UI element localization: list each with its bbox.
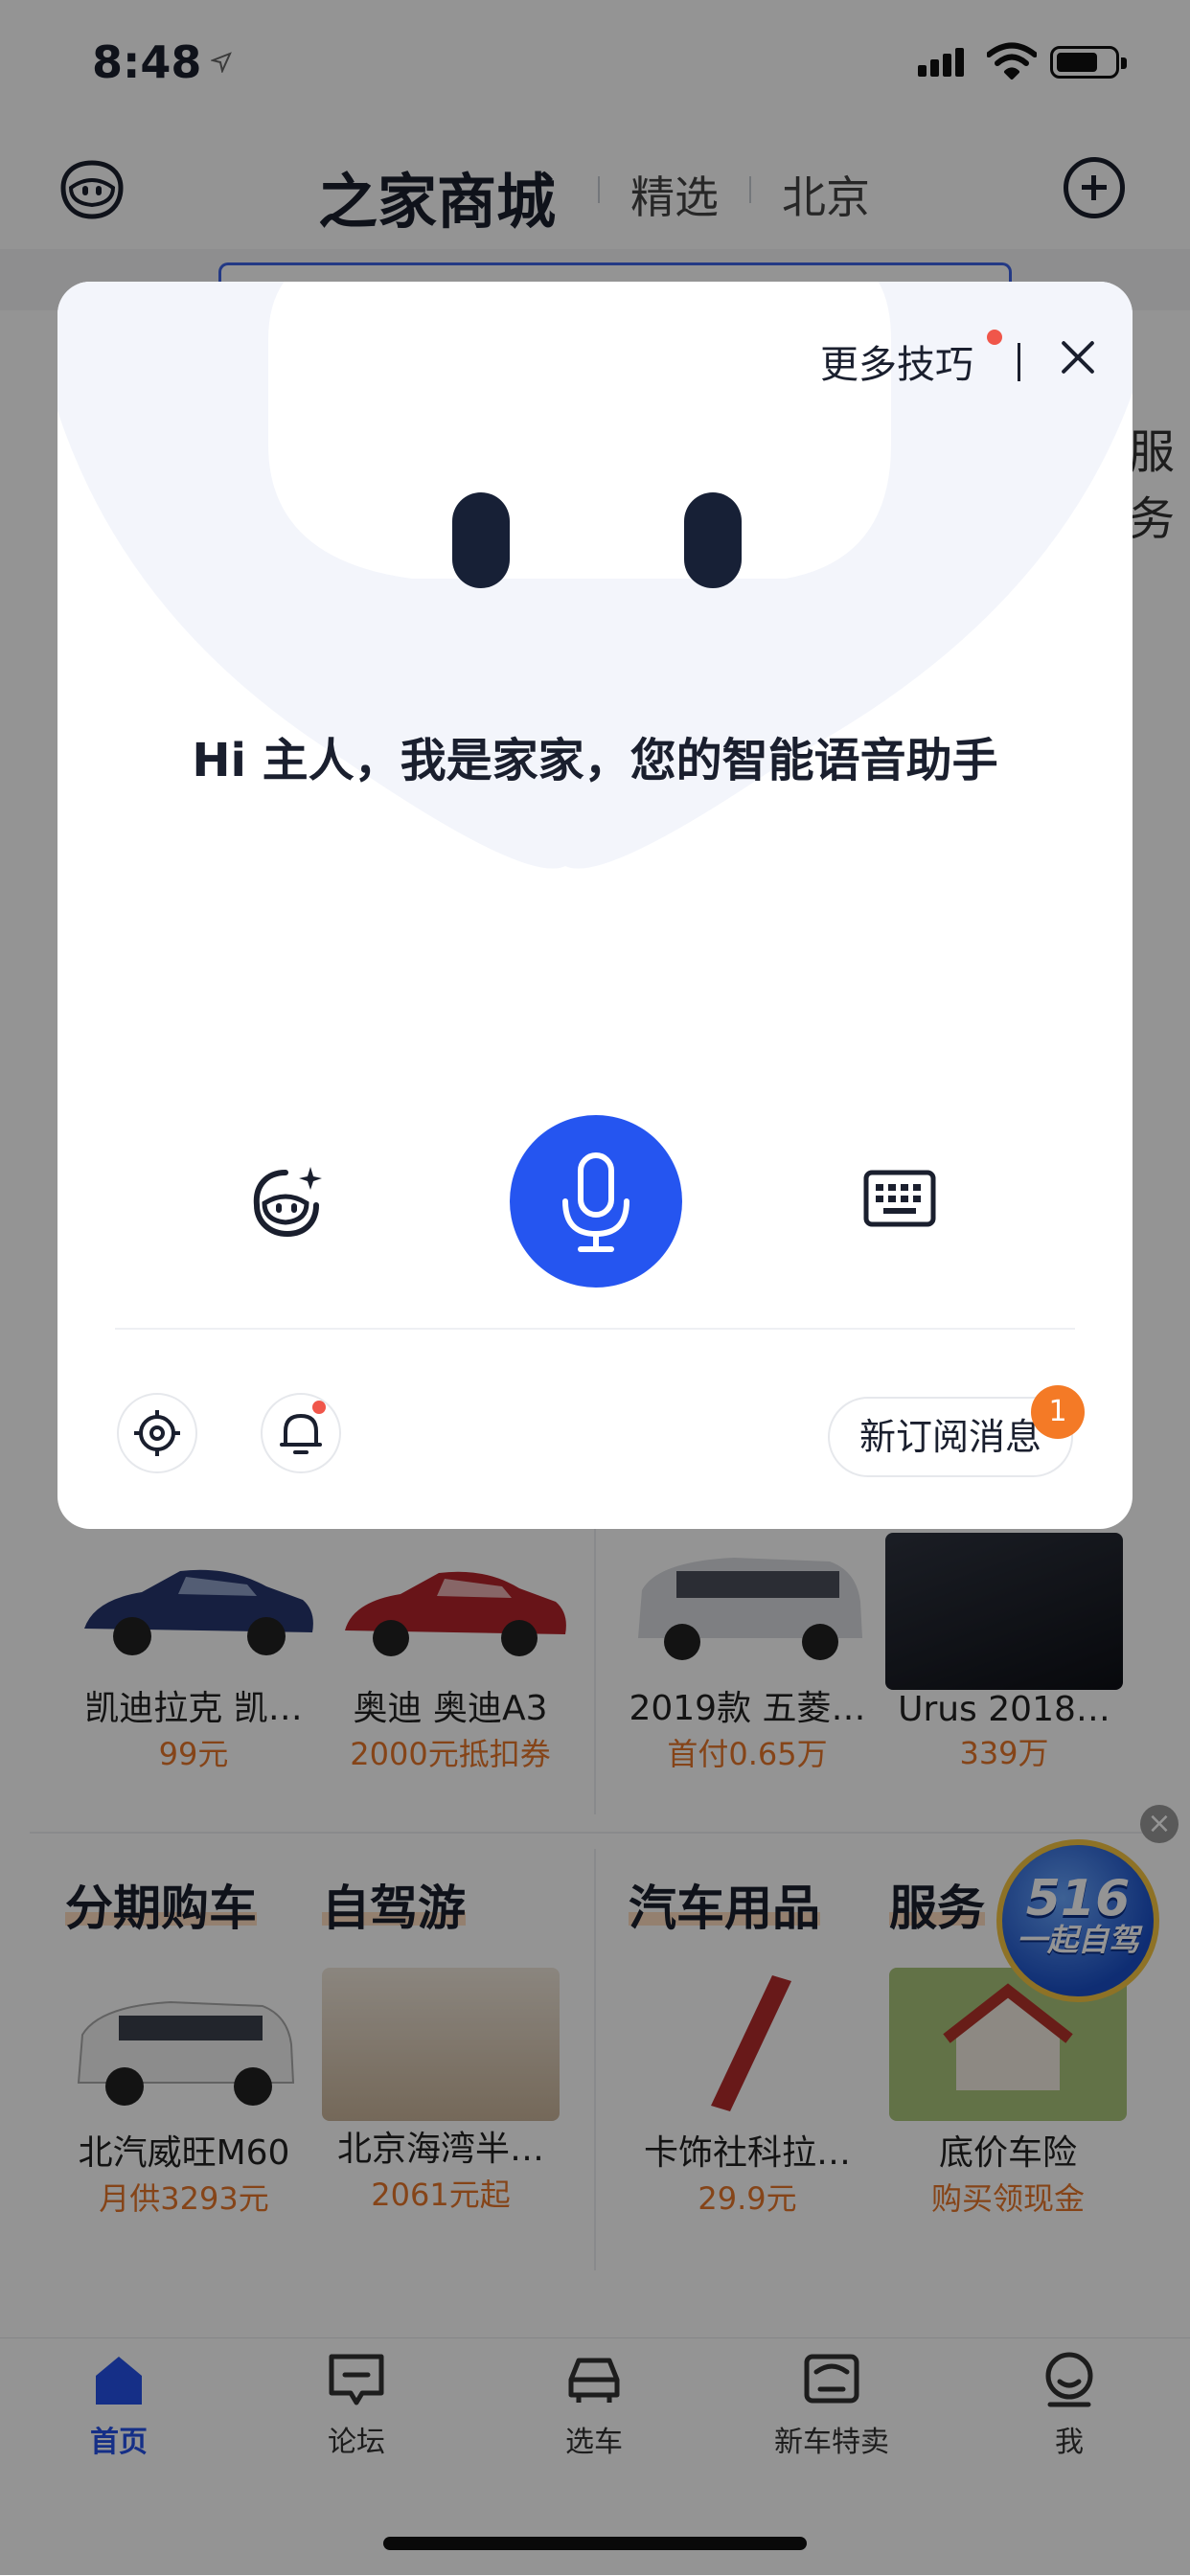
microphone-button[interactable] bbox=[510, 1115, 682, 1288]
close-icon[interactable] bbox=[1054, 333, 1102, 381]
mascot-illustration bbox=[57, 282, 1133, 869]
assistant-avatar-icon[interactable] bbox=[247, 1161, 328, 1242]
bell-alert-dot bbox=[312, 1401, 326, 1414]
modal-divider bbox=[115, 1328, 1075, 1330]
tips-divider bbox=[1018, 343, 1020, 381]
bell-icon bbox=[280, 1414, 322, 1454]
subscription-count-badge: 1 bbox=[1031, 1385, 1085, 1439]
keyboard-icon[interactable] bbox=[862, 1165, 937, 1232]
target-settings-icon bbox=[134, 1410, 180, 1456]
more-tips-link[interactable]: 更多技巧 bbox=[820, 333, 973, 389]
assistant-greeting: Hi 主人，我是家家，您的智能语音助手 bbox=[192, 734, 998, 787]
microphone-icon bbox=[562, 1152, 629, 1252]
voice-assistant-modal: 更多技巧 Hi 主人，我是家家，您的智能语音助手 新订阅消息 1 bbox=[57, 282, 1133, 1529]
tips-new-dot bbox=[987, 330, 1002, 345]
settings-button[interactable] bbox=[117, 1393, 197, 1473]
notification-button[interactable] bbox=[261, 1393, 341, 1473]
